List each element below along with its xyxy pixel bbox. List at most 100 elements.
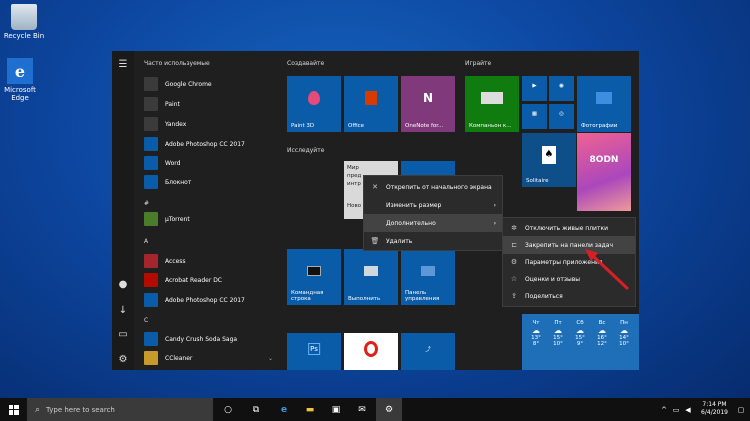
section-header-hash[interactable]: # [144, 200, 149, 207]
tile-movies[interactable]: ▶ [522, 76, 547, 101]
tile-paint3d[interactable]: Paint 3D [287, 76, 341, 132]
tile-run[interactable]: Выполнить [344, 249, 398, 305]
app-item[interactable]: Adobe Photoshop CC 2017 [144, 292, 245, 308]
weather-day: Чт ☁ 13° 8° [528, 320, 544, 347]
word-icon [144, 156, 158, 170]
edge-icon: e [7, 58, 33, 84]
tile-text-line: пред [347, 173, 362, 179]
menu-item-uninstall[interactable]: 🗑 Удалить [364, 232, 502, 250]
notification-icon: ▢ [737, 405, 745, 414]
shortcut-icon: ⤴ [425, 347, 431, 353]
paint3d-icon [308, 91, 320, 106]
tile-calculator[interactable]: ▦ [522, 104, 547, 129]
app-item[interactable]: CCleaner ⌄ [144, 350, 273, 366]
tile-candy-crush[interactable]: 8ODN [577, 133, 631, 211]
tile-control-panel[interactable]: Панель управления [401, 249, 455, 305]
search-placeholder: Type here to search [46, 405, 115, 414]
weather-icon: ☁ [620, 326, 628, 335]
cmd-icon [307, 266, 321, 277]
search-box[interactable]: ⌕ Type here to search [27, 398, 213, 421]
tile-solitaire[interactable]: ♠ Solitaire [522, 133, 576, 187]
access-icon [144, 254, 158, 268]
xbox-console-icon [481, 92, 503, 105]
taskbar: ⌕ Type here to search ○ ⧉ e ▬ ▣ ✉ ⚙ ^ ▭ … [0, 398, 750, 421]
hamburger-icon[interactable]: ☰ [117, 59, 129, 71]
cortana-button[interactable]: ○ [216, 398, 240, 421]
tray-volume[interactable]: ◀ [682, 398, 694, 421]
group-explore[interactable]: Исследуйте [287, 147, 324, 154]
menu-item-more[interactable]: Дополнительно › [364, 214, 502, 232]
photos-icon [596, 92, 612, 105]
group-play[interactable]: Играйте [465, 60, 491, 67]
app-item[interactable]: µTorrent [144, 211, 190, 227]
gear-icon: ⚙ [384, 404, 394, 415]
tile-photoshop[interactable]: Ps [287, 333, 341, 370]
menu-item-live-tiles[interactable]: ✲ Отключить живые плитки [503, 219, 635, 237]
app-item[interactable]: Candy Crush Soda Saga [144, 331, 237, 347]
edge-icon: e [280, 404, 288, 415]
control-panel-icon [421, 266, 435, 277]
clock[interactable]: 7:14 PM 6/4/2019 [701, 401, 728, 417]
tile-onenote[interactable]: N OneNote for... [401, 76, 455, 132]
tile-camera[interactable]: ◎ [549, 104, 574, 129]
tile-cmd[interactable]: Командная строка [287, 249, 341, 305]
download-icon[interactable]: ↓ [117, 305, 129, 317]
mail-icon: ✉ [358, 404, 366, 415]
menu-item-app-settings[interactable]: ⚙ Параметры приложения [503, 253, 635, 271]
tile-groove[interactable]: ◉ [549, 76, 574, 101]
tray-chevron[interactable]: ^ [658, 398, 670, 421]
photoshop-icon [144, 293, 158, 307]
pictures-icon[interactable]: ▭ [117, 329, 129, 341]
group-create[interactable]: Создавайте [287, 60, 324, 67]
app-item[interactable]: Word [144, 155, 180, 171]
app-item[interactable]: Yandex [144, 116, 186, 132]
tile-weather[interactable]: Чт ☁ 13° 8° Пт ☁ 15° 10° Сб ☁ 15° 9° Вс ☁ 16° 12° Пн… [522, 314, 639, 370]
chevron-down-icon[interactable]: ⌄ [268, 355, 273, 362]
tray-network[interactable]: ▭ [670, 398, 682, 421]
app-item[interactable]: Acrobat Reader DC [144, 272, 222, 288]
notifications-button[interactable]: ▢ [734, 398, 748, 421]
recycle-bin-icon [11, 4, 37, 30]
weather-icon: ☁ [554, 326, 562, 335]
gear-icon: ⚙ [510, 258, 518, 266]
task-view-button[interactable]: ⧉ [244, 398, 268, 421]
app-list: Часто используемые Google Chrome Paint Y… [134, 51, 279, 370]
camera-icon: ◎ [559, 111, 564, 117]
app-item[interactable]: Adobe Photoshop CC 2017 [144, 136, 245, 152]
start-button[interactable] [0, 398, 27, 421]
trash-icon: 🗑 [370, 237, 380, 245]
menu-item-share[interactable]: ⇪ Поделиться [503, 287, 635, 305]
tile-office[interactable]: Office [344, 76, 398, 132]
menu-item-unpin-start[interactable]: ✕ Открепить от начального экрана [364, 178, 502, 196]
taskbar-explorer[interactable]: ▬ [298, 398, 322, 421]
desktop-icon-edge[interactable]: e Microsoft Edge [0, 58, 42, 102]
desktop-icon-recycle-bin[interactable]: Recycle Bin [2, 4, 46, 40]
taskbar-edge[interactable]: e [272, 398, 296, 421]
section-header-c[interactable]: C [144, 317, 148, 324]
start-rail: ☰ ● ↓ ▭ ⚙ [112, 51, 134, 370]
weather-icon: ☁ [532, 326, 540, 335]
chrome-icon [144, 77, 158, 91]
section-header-a[interactable]: A [144, 238, 148, 245]
taskbar-settings[interactable]: ⚙ [376, 398, 402, 421]
app-item[interactable]: Paint [144, 96, 180, 112]
tile-opera[interactable] [344, 333, 398, 370]
app-item[interactable]: Блокнот [144, 174, 191, 190]
pin-icon: ⊏ [511, 241, 517, 249]
settings-icon[interactable]: ⚙ [117, 354, 129, 366]
menu-item-pin-taskbar[interactable]: ⊏ Закрепить на панели задач [503, 236, 635, 254]
tile-photos[interactable]: Фотографии [577, 76, 631, 132]
tile-companion[interactable]: Компаньон к... [465, 76, 519, 132]
app-item[interactable]: Google Chrome [144, 76, 212, 92]
opera-icon [364, 341, 378, 357]
weather-day: Пн ☁ 14° 10° [616, 320, 632, 347]
menu-item-rate-review[interactable]: ☆ Оценки и отзывы [503, 270, 635, 288]
weather-day: Сб ☁ 15° 9° [572, 320, 588, 347]
app-item[interactable]: Access [144, 253, 186, 269]
user-icon[interactable]: ● [117, 279, 129, 291]
taskbar-mail[interactable]: ✉ [350, 398, 374, 421]
taskbar-store[interactable]: ▣ [324, 398, 348, 421]
tile-shortcut[interactable]: ⤴ [401, 333, 455, 370]
menu-item-resize[interactable]: Изменить размер › [364, 196, 502, 214]
run-icon [364, 266, 378, 277]
